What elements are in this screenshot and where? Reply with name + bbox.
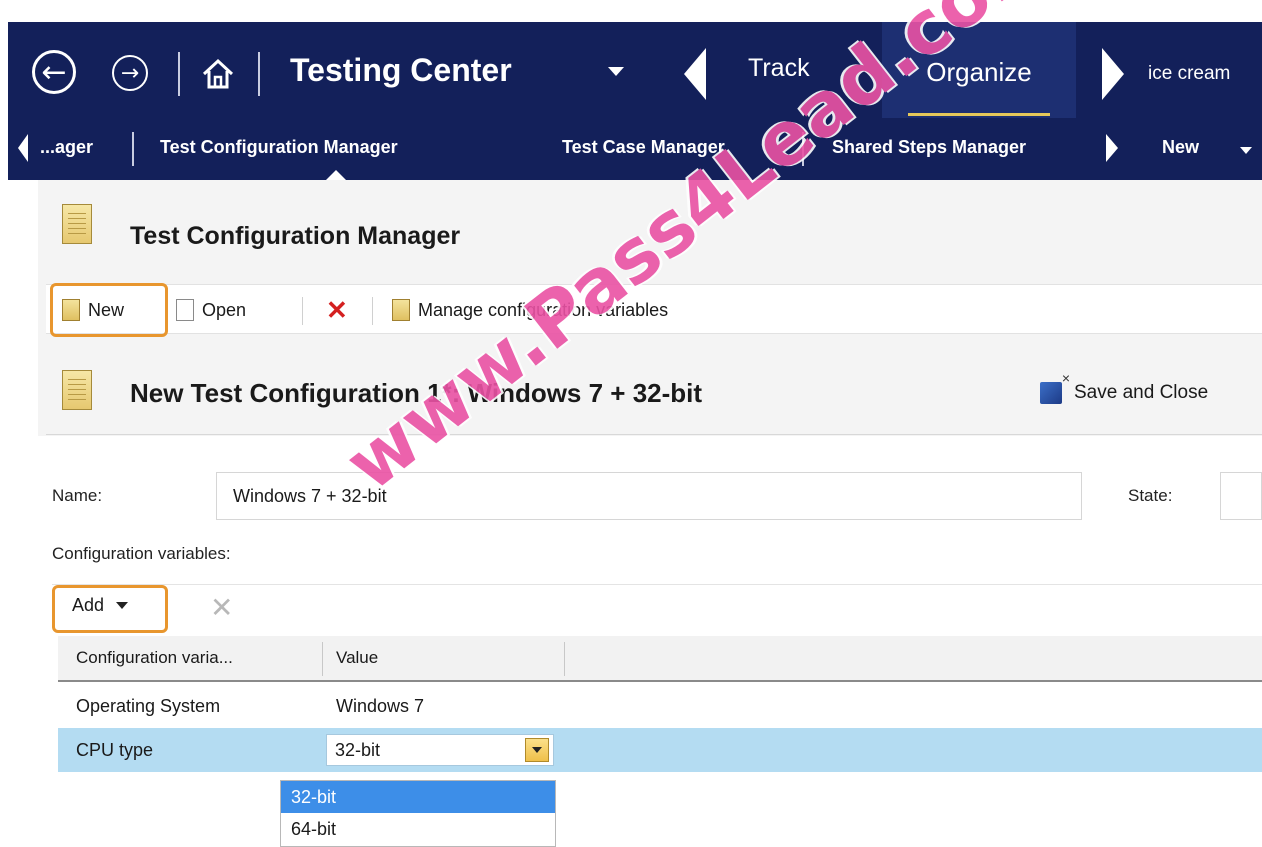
cpu-type-select-value: 32-bit (335, 739, 381, 760)
manage-configuration-variables-button[interactable]: Manage configuration variables (392, 285, 668, 335)
subnav-item-new[interactable]: New (1162, 137, 1199, 158)
open-button-label: Open (202, 299, 247, 320)
document-icon (62, 204, 92, 244)
manage-variables-label: Manage configuration variables (418, 299, 669, 320)
configuration-form: Name: Windows 7 + 32-bit State: Configur… (38, 436, 1262, 800)
nav-separator (258, 52, 260, 96)
add-button-highlight (52, 585, 168, 633)
subnav-item-shared-steps-manager[interactable]: Shared Steps Manager (832, 137, 1026, 158)
page-title: Test Configuration Manager (130, 222, 461, 250)
subnav-separator (802, 132, 804, 166)
remove-variable-icon[interactable]: ✕ (210, 591, 233, 624)
home-icon[interactable] (200, 56, 236, 92)
active-subnav-pointer (326, 170, 346, 180)
grid-header: Configuration varia... Value (58, 636, 1262, 682)
column-header-value[interactable]: Value (336, 648, 378, 668)
variables-toolbar: Add ✕ (52, 584, 1262, 636)
new-button-highlight (50, 283, 168, 337)
open-document-icon (176, 299, 194, 321)
dropdown-option-32-bit[interactable]: 32-bit (281, 781, 555, 813)
configuration-title: New Test Configuration 1*: Windows 7 + 3… (130, 378, 703, 408)
nav-right-arrow-icon[interactable] (1102, 48, 1124, 100)
save-and-close-label: Save and Close (1074, 382, 1209, 403)
save-icon (1040, 370, 1070, 404)
toolbar-separator (302, 297, 303, 325)
forward-arrow-icon[interactable]: → (112, 55, 148, 91)
cpu-type-select[interactable]: 32-bit (326, 734, 554, 766)
subnav-right-arrow-icon[interactable] (1106, 134, 1118, 162)
tab-track[interactable]: Track (748, 54, 810, 83)
row-variable: CPU type (76, 740, 154, 760)
state-field[interactable] (1220, 472, 1262, 520)
dropdown-option-64-bit[interactable]: 64-bit (281, 813, 555, 845)
app-title[interactable]: Testing Center (290, 52, 512, 89)
app-title-dropdown-icon[interactable] (608, 67, 624, 76)
row-variable: Operating System (76, 696, 221, 716)
chevron-down-icon[interactable] (1240, 147, 1252, 154)
tab-organize[interactable]: Organize (882, 22, 1076, 122)
table-row-selected[interactable]: CPU type 32-bit (58, 728, 1262, 772)
cpu-type-dropdown-list: 32-bit 64-bit (280, 780, 556, 847)
delete-button[interactable]: ✕ (326, 285, 348, 335)
top-navigation-bar: ← → Testing Center Track Organize ice cr… (8, 22, 1262, 122)
open-button[interactable]: Open (176, 285, 246, 335)
name-field[interactable]: Windows 7 + 32-bit (216, 472, 1082, 520)
manager-panel: Test Configuration Manager New Open ✕ Ma… (38, 180, 1262, 800)
save-and-close-button[interactable]: Save and Close (1040, 370, 1209, 410)
back-arrow-icon[interactable]: ← (32, 50, 76, 94)
tab-organize-label: Organize (926, 56, 1032, 87)
subnav-separator (132, 132, 134, 166)
nav-separator (178, 52, 180, 96)
configuration-variables-grid: Configuration varia... Value Operating S… (58, 636, 1262, 800)
project-name[interactable]: ice cream (1148, 63, 1230, 85)
subnav-left-arrow-icon[interactable] (18, 134, 28, 162)
document-icon (62, 370, 92, 410)
toolbar-separator (372, 297, 373, 325)
subnav-item-test-case-manager[interactable]: Test Case Manager (562, 137, 725, 158)
nav-left-arrow-icon[interactable] (684, 48, 706, 100)
manager-toolbar: New Open ✕ Manage configuration variable… (46, 283, 1262, 337)
configuration-variables-label: Configuration variables: (52, 544, 231, 563)
column-separator[interactable] (322, 642, 323, 676)
row-value: Windows 7 (336, 696, 425, 716)
name-field-value: Windows 7 + 32-bit (233, 485, 387, 506)
table-row[interactable]: Operating System Windows 7 (58, 684, 1262, 728)
manage-variables-icon (392, 299, 410, 321)
delete-icon: ✕ (326, 294, 348, 325)
chevron-down-icon[interactable] (525, 738, 549, 762)
subnav-item-test-configuration-manager[interactable]: Test Configuration Manager (160, 137, 398, 158)
column-separator[interactable] (564, 642, 565, 676)
name-label: Name: (52, 486, 103, 505)
divider (46, 434, 1262, 435)
state-label: State: (1128, 486, 1173, 505)
sub-navigation-bar: ...ager Test Configuration Manager Test … (8, 118, 1262, 180)
subnav-item-truncated[interactable]: ...ager (40, 137, 93, 158)
column-header-variable[interactable]: Configuration varia... (76, 648, 233, 668)
